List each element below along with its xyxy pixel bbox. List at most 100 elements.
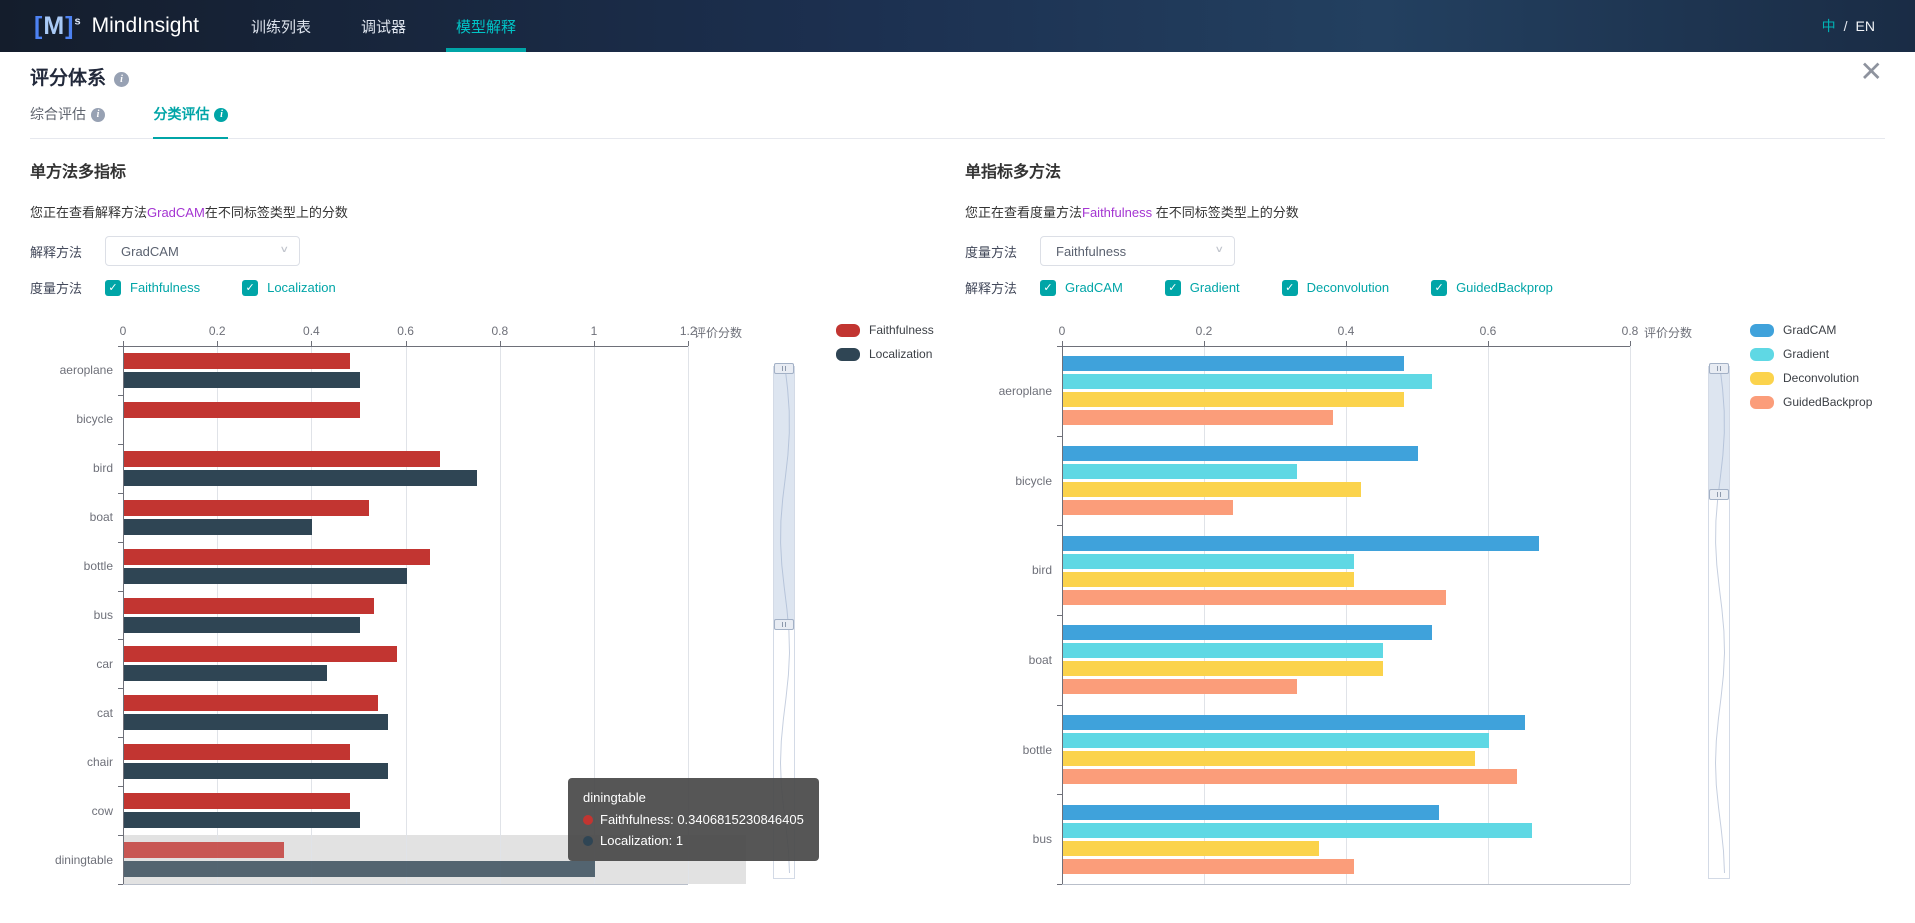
- close-icon[interactable]: ✕: [1860, 58, 1883, 86]
- bar-faithfulness-cat[interactable]: [124, 695, 378, 711]
- category-label: boat: [932, 653, 1052, 667]
- x-axis-tick-label: 0.4: [281, 324, 341, 338]
- x-axis-tick-label: 1: [564, 324, 624, 338]
- tab-info-icon[interactable]: i: [91, 108, 105, 122]
- checkbox-deconvolution[interactable]: ✓Deconvolution: [1282, 280, 1389, 296]
- legend-item-gradcam[interactable]: GradCAM: [1750, 318, 1872, 342]
- bar-localization-aeroplane[interactable]: [124, 372, 360, 388]
- datazoom-selected-range[interactable]: [774, 367, 794, 623]
- legend-item-localization[interactable]: Localization: [836, 342, 934, 366]
- tab-classified-evaluation[interactable]: 分类评估i: [153, 104, 228, 139]
- mindinsight-logo-icon[interactable]: [M]s: [34, 12, 82, 41]
- bar-localization-diningtable[interactable]: [124, 861, 595, 877]
- bar-deconvolution-bicycle[interactable]: [1063, 482, 1361, 497]
- bar-gradient-bottle[interactable]: [1063, 733, 1489, 748]
- bar-gradcam-bottle[interactable]: [1063, 715, 1525, 730]
- nav-item-model-explanation[interactable]: 模型解释: [442, 0, 530, 52]
- category-label: bird: [932, 563, 1052, 577]
- metric-select[interactable]: Faithfulness∨: [1040, 236, 1235, 266]
- bar-gradcam-bus[interactable]: [1063, 805, 1439, 820]
- bar-localization-bus[interactable]: [124, 617, 360, 633]
- category-label: car: [0, 657, 113, 671]
- bar-localization-bird[interactable]: [124, 470, 477, 486]
- checkbox-gradcam[interactable]: ✓GradCAM: [1040, 280, 1123, 296]
- bar-guidedbackprop-bird[interactable]: [1063, 590, 1446, 605]
- bar-gradient-boat[interactable]: [1063, 643, 1383, 658]
- x-axis-tick: [594, 341, 595, 346]
- checkbox-faithfulness[interactable]: ✓Faithfulness: [105, 280, 200, 296]
- bar-deconvolution-bird[interactable]: [1063, 572, 1354, 587]
- legend-item-gradient[interactable]: Gradient: [1750, 342, 1872, 366]
- legend-label: Localization: [869, 347, 932, 361]
- datazoom-handle[interactable]: [774, 619, 794, 630]
- legend-item-faithfulness[interactable]: Faithfulness: [836, 318, 934, 342]
- datazoom-selected-range[interactable]: [1709, 367, 1729, 493]
- lang-zh[interactable]: 中: [1822, 16, 1836, 36]
- x-axis-name: 评价分数: [1644, 324, 1692, 341]
- bar-guidedbackprop-bus[interactable]: [1063, 859, 1354, 874]
- bar-localization-bottle[interactable]: [124, 568, 407, 584]
- checkbox-group-label: 解释方法: [965, 278, 1040, 297]
- bar-gradient-bus[interactable]: [1063, 823, 1532, 838]
- chevron-down-icon: ∨: [1214, 243, 1224, 254]
- lang-en[interactable]: EN: [1856, 18, 1875, 34]
- bar-localization-cow[interactable]: [124, 812, 360, 828]
- bar-faithfulness-aeroplane[interactable]: [124, 353, 350, 369]
- bar-gradient-bird[interactable]: [1063, 554, 1354, 569]
- bar-deconvolution-bottle[interactable]: [1063, 751, 1475, 766]
- bar-guidedbackprop-boat[interactable]: [1063, 679, 1297, 694]
- y-axis-tick: [118, 884, 123, 885]
- bar-guidedbackprop-bottle[interactable]: [1063, 769, 1517, 784]
- checkbox-guidedbackprop[interactable]: ✓GuidedBackprop: [1431, 280, 1553, 296]
- datazoom-handle[interactable]: [1709, 363, 1729, 374]
- bar-guidedbackprop-aeroplane[interactable]: [1063, 410, 1333, 425]
- bar-localization-cat[interactable]: [124, 714, 388, 730]
- bar-gradcam-bird[interactable]: [1063, 536, 1539, 551]
- bar-faithfulness-diningtable[interactable]: [124, 842, 284, 858]
- tab-comprehensive-evaluation[interactable]: 综合评估i: [30, 104, 105, 137]
- legend-item-deconvolution[interactable]: Deconvolution: [1750, 366, 1872, 390]
- checkbox-localization[interactable]: ✓Localization: [242, 280, 336, 296]
- bar-faithfulness-car[interactable]: [124, 646, 397, 662]
- bar-localization-car[interactable]: [124, 665, 327, 681]
- bar-guidedbackprop-bicycle[interactable]: [1063, 500, 1233, 515]
- x-axis-tick-label: 0.8: [470, 324, 530, 338]
- bar-faithfulness-bird[interactable]: [124, 451, 440, 467]
- category-label: bottle: [0, 559, 113, 573]
- bar-faithfulness-bus[interactable]: [124, 598, 374, 614]
- bar-gradient-bicycle[interactable]: [1063, 464, 1297, 479]
- bar-localization-chair[interactable]: [124, 763, 388, 779]
- bar-localization-boat[interactable]: [124, 519, 312, 535]
- bar-faithfulness-cow[interactable]: [124, 793, 350, 809]
- evaluation-tabs: 综合评估i 分类评估i: [30, 104, 1885, 139]
- datazoom-slider[interactable]: [1708, 366, 1730, 879]
- bar-faithfulness-bottle[interactable]: [124, 549, 430, 565]
- bar-deconvolution-bus[interactable]: [1063, 841, 1319, 856]
- datazoom-handle[interactable]: [774, 363, 794, 374]
- category-label: cow: [0, 804, 113, 818]
- single-method-multi-metric-panel: 单方法多指标 您正在查看解释方法GradCAM在不同标签类型上的分数 解释方法 …: [30, 163, 790, 297]
- legend-item-guidedbackprop[interactable]: GuidedBackprop: [1750, 390, 1872, 414]
- x-axis-tick: [1488, 341, 1489, 346]
- checkbox-gradient[interactable]: ✓Gradient: [1165, 280, 1240, 296]
- bar-gradcam-bicycle[interactable]: [1063, 446, 1418, 461]
- explain-method-select[interactable]: GradCAM∨: [105, 236, 300, 266]
- bar-faithfulness-bicycle[interactable]: [124, 402, 360, 418]
- title-info-icon[interactable]: i: [114, 72, 129, 87]
- datazoom-handle[interactable]: [1709, 489, 1729, 500]
- nav-item-train-list[interactable]: 训练列表: [237, 0, 325, 52]
- bar-deconvolution-boat[interactable]: [1063, 661, 1383, 676]
- tab-info-icon[interactable]: i: [214, 108, 228, 122]
- bar-faithfulness-chair[interactable]: [124, 744, 350, 760]
- bar-gradcam-aeroplane[interactable]: [1063, 356, 1404, 371]
- y-axis-tick: [118, 444, 123, 445]
- bar-gradient-aeroplane[interactable]: [1063, 374, 1432, 389]
- y-axis-tick: [1057, 615, 1062, 616]
- y-axis-tick: [1057, 525, 1062, 526]
- nav-item-debugger[interactable]: 调试器: [347, 0, 420, 52]
- bar-faithfulness-boat[interactable]: [124, 500, 369, 516]
- bar-gradcam-boat[interactable]: [1063, 625, 1432, 640]
- x-axis-tick-label: 0.6: [376, 324, 436, 338]
- bar-deconvolution-aeroplane[interactable]: [1063, 392, 1404, 407]
- model-explanation-page: [M]s MindInsight 训练列表 调试器 模型解释 中 / EN 评分…: [0, 0, 1915, 923]
